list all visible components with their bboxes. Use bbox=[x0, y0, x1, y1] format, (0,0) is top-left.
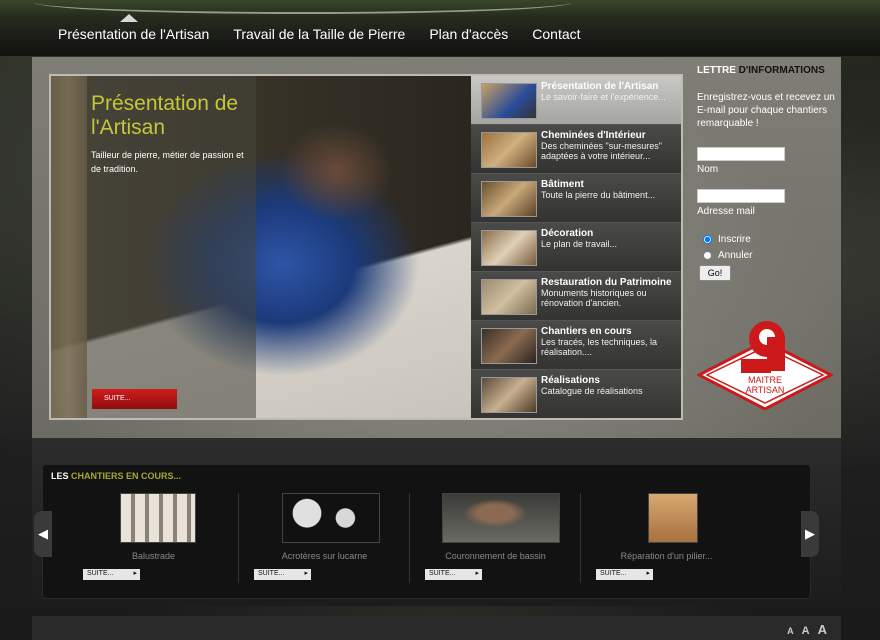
chantier-caption: Couronnement de bassin bbox=[445, 551, 546, 561]
thumb-desc: Toute la pierre du bâtiment... bbox=[541, 190, 656, 200]
svg-text:ARTISAN: ARTISAN bbox=[746, 385, 785, 395]
chantier-suite-button[interactable]: SUITE... bbox=[254, 569, 311, 580]
slide-title: Présentation de l'Artisan bbox=[91, 92, 239, 139]
thumb-image bbox=[481, 328, 537, 364]
svg-text:MAITRE: MAITRE bbox=[748, 375, 782, 385]
newsletter-form: LETTRE D'INFORMATIONS Enregistrez-vous e… bbox=[697, 65, 837, 281]
footer-bar: A A A bbox=[32, 616, 841, 640]
slide-description: Tailleur de pierre, métier de passion et… bbox=[91, 150, 244, 174]
thumb-image bbox=[481, 83, 537, 119]
slide-suite-button[interactable]: SUITE... bbox=[92, 389, 177, 409]
thumb-title: Cheminées d'Intérieur bbox=[541, 130, 646, 141]
nav-item-presentation[interactable]: Présentation de l'Artisan bbox=[46, 22, 221, 46]
chantier-suite-button[interactable]: SUITE... bbox=[596, 569, 653, 580]
nav-arc-decoration bbox=[34, 0, 572, 14]
radio-cancel-label: Annuler bbox=[718, 249, 753, 261]
thumb-desc: Catalogue de réalisations bbox=[541, 386, 643, 396]
slide-thumbnail-list: Présentation de l'Artisan Le savoir-faire… bbox=[471, 76, 681, 418]
chantier-image[interactable] bbox=[120, 493, 196, 543]
thumb-restauration[interactable]: Restauration du Patrimoine Monuments hist… bbox=[471, 272, 681, 321]
thumb-title: Chantiers en cours bbox=[541, 326, 632, 337]
newsletter-title: LETTRE D'INFORMATIONS bbox=[697, 65, 825, 76]
chantiers-carousel: LES CHANTIERS EN COURS... ◀ ▶ Balustrade… bbox=[34, 464, 819, 599]
chantier-caption: Réparation d'un pilier... bbox=[620, 551, 713, 561]
chantiers-list: Balustrade SUITE... Acrotères sur lucarn… bbox=[68, 493, 752, 583]
chantier-item-balustrade: Balustrade SUITE... bbox=[68, 493, 239, 583]
name-label: Nom bbox=[697, 164, 719, 175]
radio-subscribe-label: Inscrire bbox=[718, 233, 751, 245]
maitre-artisan-logo: MAITRE ARTISAN bbox=[695, 319, 835, 411]
font-size-controls: A A A bbox=[779, 622, 827, 637]
font-size-large-button[interactable]: A bbox=[818, 622, 827, 637]
slide-photo: Présentation de l'Artisan Tailleur de pi… bbox=[51, 76, 471, 418]
top-navigation-bar: Présentation de l'Artisan Travail de la … bbox=[0, 0, 880, 56]
chantier-suite-button[interactable]: SUITE... bbox=[425, 569, 482, 580]
nav-item-travail[interactable]: Travail de la Taille de Pierre bbox=[221, 22, 417, 46]
radio-subscribe-input[interactable] bbox=[703, 234, 712, 244]
thumb-image bbox=[481, 230, 537, 266]
thumb-decoration[interactable]: Décoration Le plan de travail... bbox=[471, 223, 681, 272]
font-size-medium-button[interactable]: A bbox=[802, 625, 810, 637]
chantier-image[interactable] bbox=[442, 493, 560, 543]
thumb-desc: Le plan de travail... bbox=[541, 239, 618, 249]
email-field[interactable] bbox=[697, 189, 785, 203]
thumb-chantiers[interactable]: Chantiers en cours Les tracés, les techni… bbox=[471, 321, 681, 370]
thumb-batiment[interactable]: Bâtiment Toute la pierre du bâtiment... bbox=[471, 174, 681, 223]
thumb-desc: Les tracés, les techniques, la réalisati… bbox=[541, 337, 658, 357]
go-button[interactable]: Go! bbox=[699, 265, 731, 281]
featured-slider: Présentation de l'Artisan Tailleur de pi… bbox=[49, 74, 683, 420]
chantier-item-acroteres: Acrotères sur lucarne SUITE... bbox=[239, 493, 410, 583]
chantier-image[interactable] bbox=[648, 493, 698, 543]
chantier-suite-button[interactable]: SUITE... bbox=[83, 569, 140, 580]
thumb-desc: Monuments historiques ou rénovation d'an… bbox=[541, 288, 647, 308]
thumb-title: Bâtiment bbox=[541, 179, 584, 190]
nav-item-contact[interactable]: Contact bbox=[520, 22, 592, 46]
thumb-title: Présentation de l'Artisan bbox=[541, 81, 659, 92]
email-label: Adresse mail bbox=[697, 206, 755, 217]
thumb-image bbox=[481, 377, 537, 413]
thumb-image bbox=[481, 279, 537, 315]
thumb-desc: Le savoir-faire et l'expérience... bbox=[541, 92, 666, 102]
active-nav-indicator bbox=[120, 14, 138, 22]
carousel-prev-arrow-icon[interactable]: ◀ bbox=[34, 511, 52, 557]
carousel-next-arrow-icon[interactable]: ▶ bbox=[801, 511, 819, 557]
font-size-small-button[interactable]: A bbox=[787, 626, 794, 636]
thumb-cheminees[interactable]: Cheminées d'Intérieur Des cheminées "sur-… bbox=[471, 125, 681, 174]
chantier-caption: Acrotères sur lucarne bbox=[281, 551, 368, 561]
name-field[interactable] bbox=[697, 147, 785, 161]
thumb-title: Restauration du Patrimoine bbox=[541, 277, 672, 288]
main-panel: Présentation de l'Artisan Tailleur de pi… bbox=[32, 57, 841, 438]
radio-cancel[interactable]: Annuler bbox=[697, 247, 837, 263]
chantier-item-couronnement: Couronnement de bassin SUITE... bbox=[410, 493, 581, 583]
radio-cancel-input[interactable] bbox=[703, 250, 712, 260]
chantier-image[interactable] bbox=[282, 493, 380, 543]
chantier-caption: Balustrade bbox=[131, 551, 176, 561]
thumb-image bbox=[481, 181, 537, 217]
newsletter-text: Enregistrez-vous et recevez un E-mail po… bbox=[697, 92, 835, 129]
chantiers-section: LES CHANTIERS EN COURS... ◀ ▶ Balustrade… bbox=[32, 438, 841, 606]
thumb-desc: Des cheminées "sur-mesures" adaptées à v… bbox=[541, 141, 662, 161]
nav-item-plan-acces[interactable]: Plan d'accès bbox=[417, 22, 520, 46]
thumb-title: Décoration bbox=[541, 228, 594, 239]
main-nav: Présentation de l'Artisan Travail de la … bbox=[46, 22, 593, 46]
radio-subscribe[interactable]: Inscrire bbox=[697, 231, 837, 247]
thumb-image bbox=[481, 132, 537, 168]
thumb-presentation[interactable]: Présentation de l'Artisan Le savoir-faire… bbox=[471, 76, 681, 125]
chantiers-title: LES CHANTIERS EN COURS... bbox=[51, 471, 182, 481]
thumb-title: Réalisations bbox=[541, 375, 600, 386]
chantier-item-pilier: Réparation d'un pilier... SUITE... bbox=[581, 493, 752, 583]
thumb-realisations[interactable]: Réalisations Catalogue de réalisations bbox=[471, 370, 681, 418]
